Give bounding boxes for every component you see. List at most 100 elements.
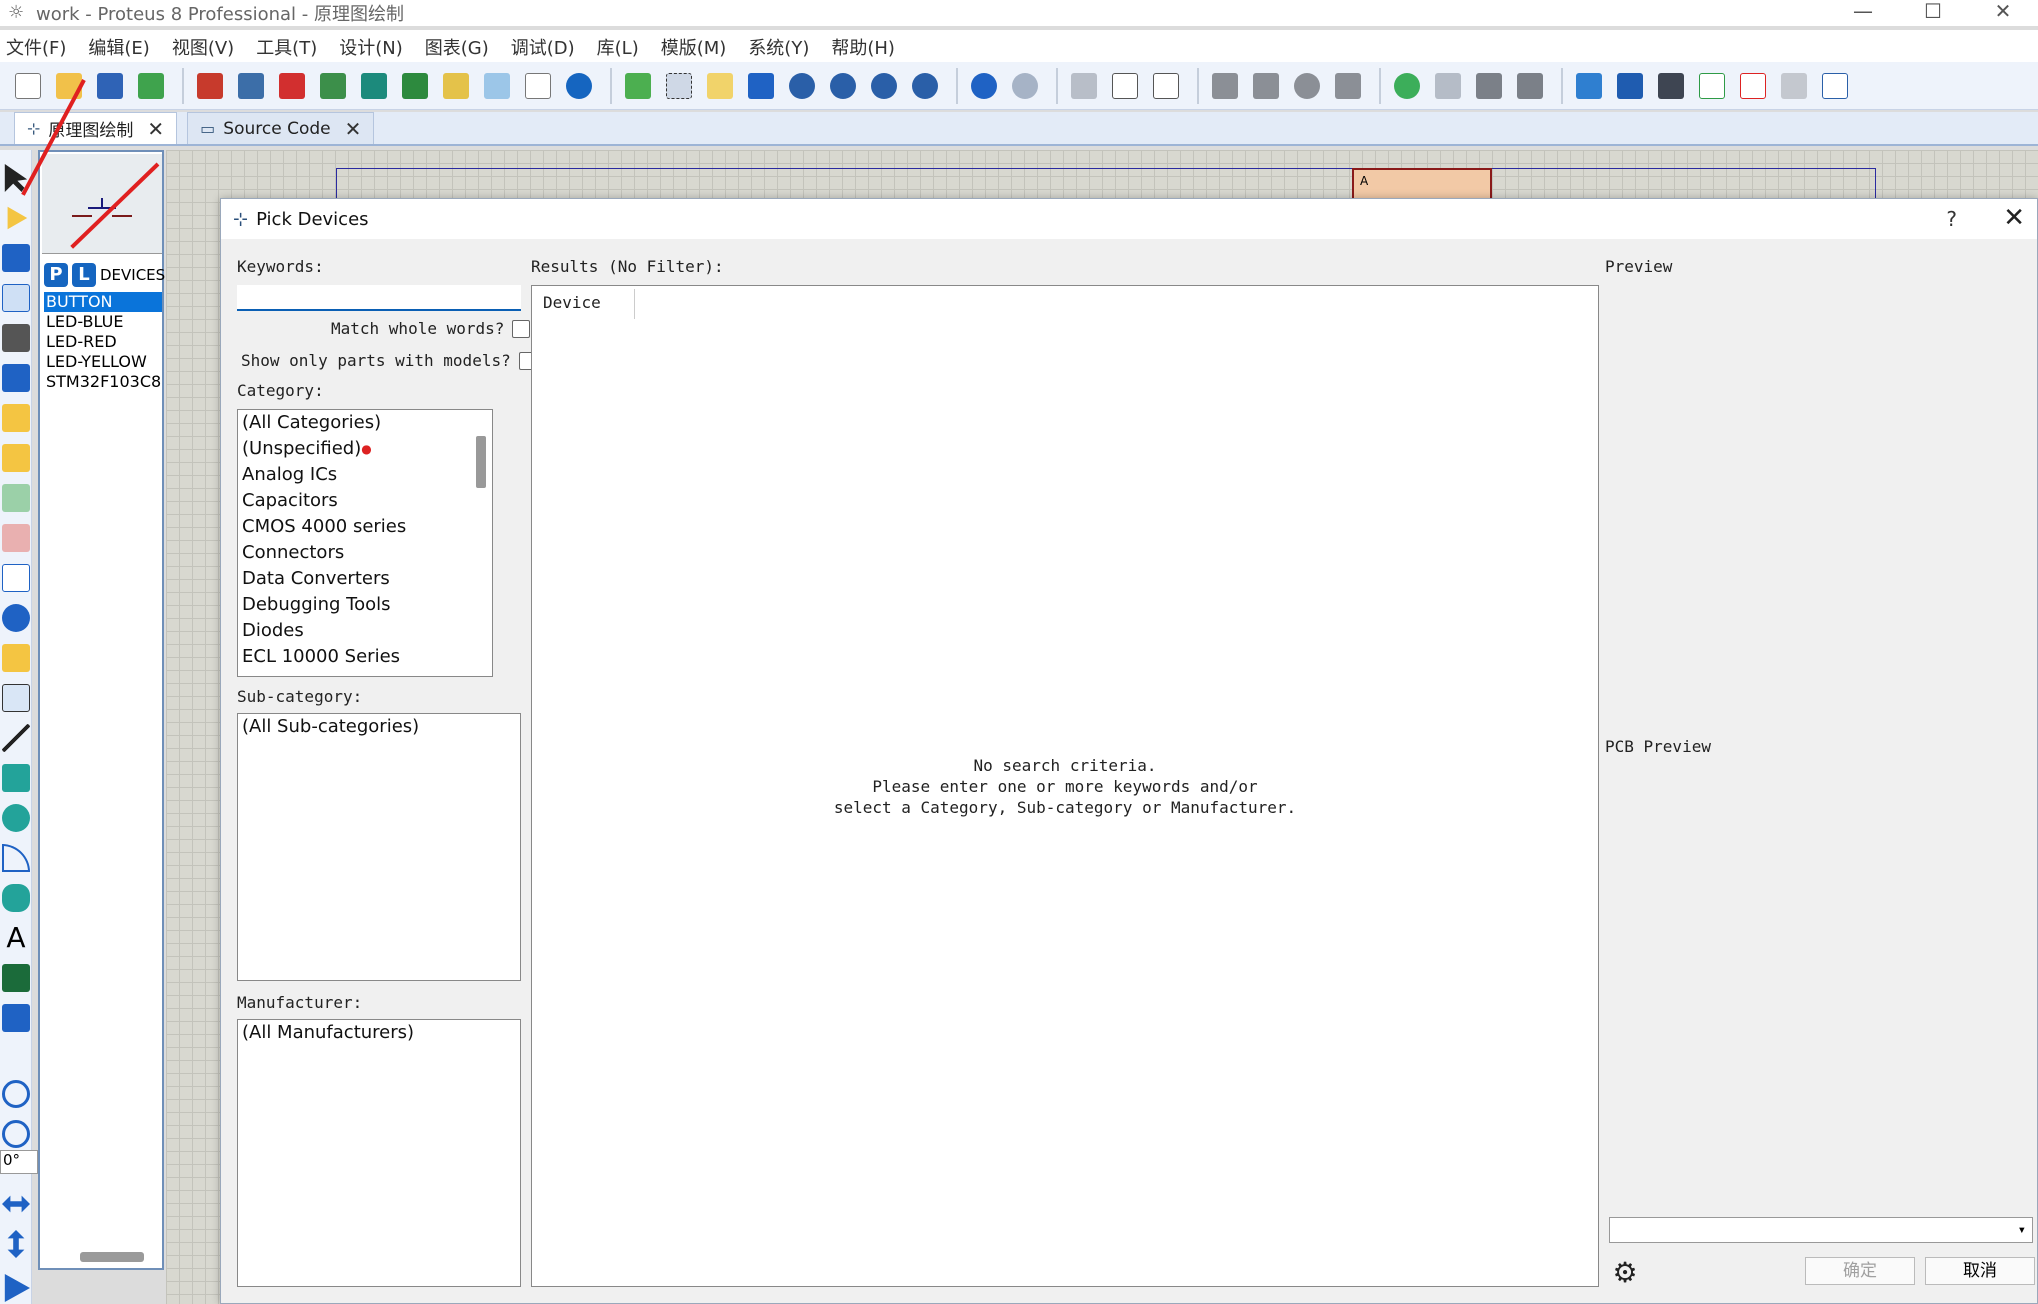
category-item[interactable]: Connectors	[238, 540, 492, 566]
manufacturer-item[interactable]: (All Manufacturers)	[238, 1020, 520, 1046]
category-item[interactable]: (All Categories)	[238, 410, 492, 436]
results-column-device[interactable]: Device	[537, 289, 635, 319]
help-button[interactable]	[561, 68, 597, 104]
menu-edit[interactable]: 编辑(E)	[88, 34, 149, 60]
path-icon[interactable]	[2, 884, 30, 912]
marker-icon[interactable]	[2, 1004, 30, 1032]
symbol-icon[interactable]	[2, 964, 30, 992]
device-list-scrollbar[interactable]	[80, 1252, 144, 1262]
save-button[interactable]	[92, 68, 128, 104]
graph-icon[interactable]	[2, 524, 30, 552]
subcategory-item[interactable]: (All Sub-categories)	[238, 714, 520, 740]
tab-source-code[interactable]: ▭ Source Code ✕	[187, 112, 375, 144]
home-button[interactable]	[192, 68, 228, 104]
category-item[interactable]: Diodes	[238, 618, 492, 644]
probe-icon[interactable]	[2, 644, 30, 672]
menu-debug[interactable]: 调试(D)	[511, 34, 575, 60]
grid-toggle-button[interactable]	[661, 68, 697, 104]
exit-parent-button[interactable]	[1776, 68, 1812, 104]
import-button[interactable]	[133, 68, 169, 104]
menu-graph[interactable]: 图表(G)	[425, 34, 489, 60]
close-icon[interactable]: ✕	[147, 117, 164, 141]
text-icon[interactable]: A	[2, 924, 30, 952]
bus-icon[interactable]	[2, 364, 30, 392]
arc-icon[interactable]	[2, 844, 30, 872]
new-sheet-button[interactable]	[1694, 68, 1730, 104]
menu-template[interactable]: 模版(M)	[661, 34, 727, 60]
copy-button[interactable]	[1107, 68, 1143, 104]
device-item-stm32[interactable]: STM32F103C8	[44, 372, 162, 392]
text-script-icon[interactable]	[2, 324, 30, 352]
device-item-led-blue[interactable]: LED-BLUE	[44, 312, 162, 332]
category-item[interactable]: CMOS 4000 series	[238, 514, 492, 540]
manufacturer-list[interactable]: (All Manufacturers)	[237, 1019, 521, 1287]
subcategory-list[interactable]: (All Sub-categories)	[237, 713, 521, 981]
gerber-button[interactable]	[356, 68, 392, 104]
play-icon[interactable]	[4, 1274, 30, 1302]
schematic-button[interactable]	[233, 68, 269, 104]
close-window-button[interactable]: ✕	[1968, 0, 2038, 26]
device-item-led-yellow[interactable]: LED-YELLOW	[44, 352, 162, 372]
category-item[interactable]: ECL 10000 Series	[238, 644, 492, 670]
dialog-close-button[interactable]: ✕	[2003, 203, 2025, 233]
undo-button[interactable]	[966, 68, 1002, 104]
property-tool-button[interactable]	[1653, 68, 1689, 104]
block-move-button[interactable]	[1248, 68, 1284, 104]
mirror-y-icon[interactable]	[7, 1230, 25, 1258]
wire-label-icon[interactable]	[2, 284, 30, 312]
menu-library[interactable]: 库(L)	[597, 34, 639, 60]
terminal-icon[interactable]	[2, 444, 30, 472]
block-rotate-button[interactable]	[1289, 68, 1325, 104]
recorder-icon[interactable]	[2, 564, 30, 592]
netlist-button[interactable]	[1817, 68, 1853, 104]
block-copy-button[interactable]	[1207, 68, 1243, 104]
zoom-in-button[interactable]	[784, 68, 820, 104]
pick-from-library-button[interactable]: P	[44, 263, 68, 287]
origin-button[interactable]	[702, 68, 738, 104]
rotate-ccw-icon[interactable]	[2, 1120, 30, 1148]
bom-button[interactable]	[438, 68, 474, 104]
device-item-led-red[interactable]: LED-RED	[44, 332, 162, 352]
pick-device-button[interactable]	[1389, 68, 1425, 104]
component-mode-icon[interactable]	[7, 206, 28, 230]
menu-file[interactable]: 文件(F)	[6, 34, 66, 60]
zoom-area-button[interactable]	[907, 68, 943, 104]
minimize-button[interactable]: —	[1828, 0, 1898, 26]
line-icon[interactable]	[2, 724, 30, 752]
gear-icon[interactable]: ⚙	[1609, 1257, 1641, 1289]
pcb-package-dropdown[interactable]: ▾	[1609, 1217, 2033, 1243]
category-scrollbar[interactable]	[476, 436, 486, 488]
dialog-help-button[interactable]: ?	[1946, 207, 1957, 231]
library-manager-button[interactable]: L	[72, 263, 96, 287]
circle-icon[interactable]	[2, 804, 30, 832]
source-code-button[interactable]	[479, 68, 515, 104]
notes-button[interactable]	[520, 68, 556, 104]
menu-tools[interactable]: 工具(T)	[256, 34, 317, 60]
device-pin-icon[interactable]	[2, 484, 30, 512]
tab-schematic[interactable]: ⊹ 原理图绘制 ✕	[14, 112, 178, 144]
category-item[interactable]: Capacitors	[238, 488, 492, 514]
match-whole-words-checkbox[interactable]	[512, 319, 531, 338]
package-tool-button[interactable]	[1471, 68, 1507, 104]
category-list[interactable]: (All Categories) (Unspecified)● Analog I…	[237, 409, 493, 677]
menu-design[interactable]: 设计(N)	[339, 34, 403, 60]
rotate-cw-icon[interactable]	[2, 1080, 30, 1108]
remove-sheet-button[interactable]	[1735, 68, 1771, 104]
junction-icon[interactable]	[2, 244, 30, 272]
close-icon[interactable]: ✕	[345, 117, 362, 141]
category-item[interactable]: Data Converters	[238, 566, 492, 592]
keywords-input[interactable]	[237, 285, 521, 311]
paste-button[interactable]	[1148, 68, 1184, 104]
zoom-out-button[interactable]	[825, 68, 861, 104]
block-delete-button[interactable]	[1330, 68, 1366, 104]
category-item[interactable]: Analog ICs	[238, 462, 492, 488]
redo-button[interactable]	[1007, 68, 1043, 104]
decompose-button[interactable]	[1512, 68, 1548, 104]
box-icon[interactable]	[2, 764, 30, 792]
cut-button[interactable]	[1066, 68, 1102, 104]
mirror-x-icon[interactable]	[2, 1195, 30, 1213]
cancel-button[interactable]: 取消	[1925, 1257, 2035, 1285]
menu-view[interactable]: 视图(V)	[172, 34, 234, 60]
subcircuit-icon[interactable]	[2, 404, 30, 432]
design-explorer-button[interactable]	[397, 68, 433, 104]
